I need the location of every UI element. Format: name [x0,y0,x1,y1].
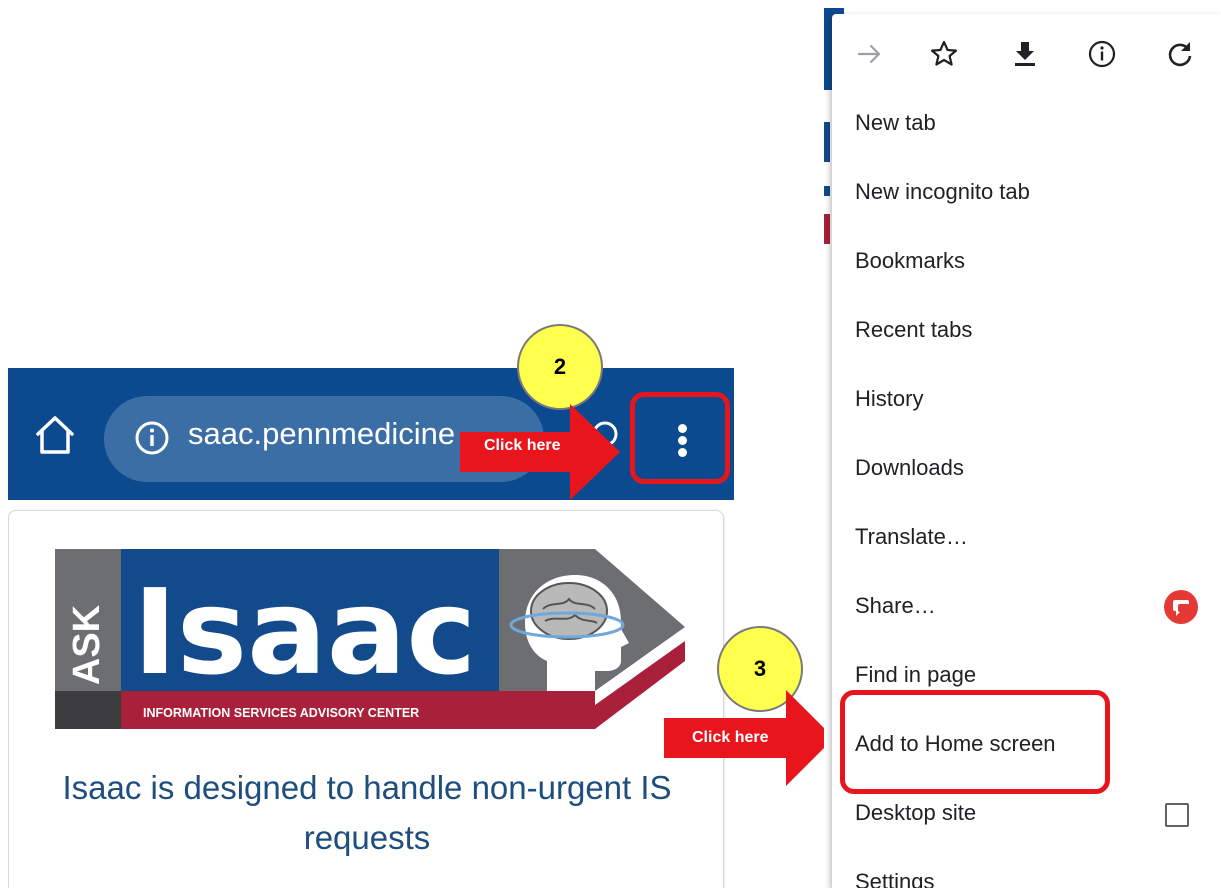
more-menu-button[interactable] [630,392,730,484]
home-icon[interactable] [32,412,78,458]
info-icon[interactable] [1087,39,1117,69]
menu-item-history[interactable]: History [855,386,923,412]
menu-icon-row [832,14,1221,94]
menu-item-settings[interactable]: Settings [855,869,935,888]
refresh-icon[interactable] [1165,39,1195,69]
background-fragment [824,214,830,244]
background-fragment [824,186,830,196]
menu-item-bookmarks[interactable]: Bookmarks [855,248,965,274]
add-to-home-highlight [840,690,1110,794]
star-bookmark-icon[interactable] [929,39,959,69]
menu-item-downloads[interactable]: Downloads [855,455,964,481]
phone-browser-view: saac.pennmedicine ASK Isaac INFORMATION … [8,368,734,888]
download-icon[interactable] [1010,39,1040,69]
browser-toolbar: saac.pennmedicine [8,368,734,500]
menu-item-recent-tabs[interactable]: Recent tabs [855,317,972,343]
page-description: Isaac is designed to handle non-urgent I… [62,769,672,856]
menu-item-new-incognito-tab[interactable]: New incognito tab [855,179,1030,205]
logo-ask-text: ASK [66,604,108,685]
menu-item-new-tab[interactable]: New tab [855,110,936,136]
background-fragment [824,122,830,162]
menu-item-share[interactable]: Share… [855,593,936,619]
logo-tagline: INFORMATION SERVICES ADVISORY CENTER [143,706,419,720]
ask-isaac-logo: ASK Isaac INFORMATION SERVICES ADVISORY … [55,549,685,729]
menu-dot [678,436,687,445]
forward-arrow-icon[interactable] [854,39,884,69]
info-icon[interactable] [134,420,170,456]
share-chat-icon [1164,590,1198,624]
desktop-site-checkbox[interactable] [1165,803,1189,827]
menu-dot [678,448,687,457]
menu-item-translate[interactable]: Translate… [855,524,968,550]
click-here-label-2: Click here [484,437,561,454]
click-here-label-3: Click here [692,729,769,746]
content-card: ASK Isaac INFORMATION SERVICES ADVISORY … [8,510,724,888]
menu-item-find-in-page[interactable]: Find in page [855,662,976,688]
menu-item-desktop-site[interactable]: Desktop site [855,800,976,826]
step-badge-2: 2 [517,324,603,410]
more-vert-icon [678,424,687,433]
url-text: saac.pennmedicine [188,416,456,451]
logo-isaac-text: Isaac [133,563,476,701]
